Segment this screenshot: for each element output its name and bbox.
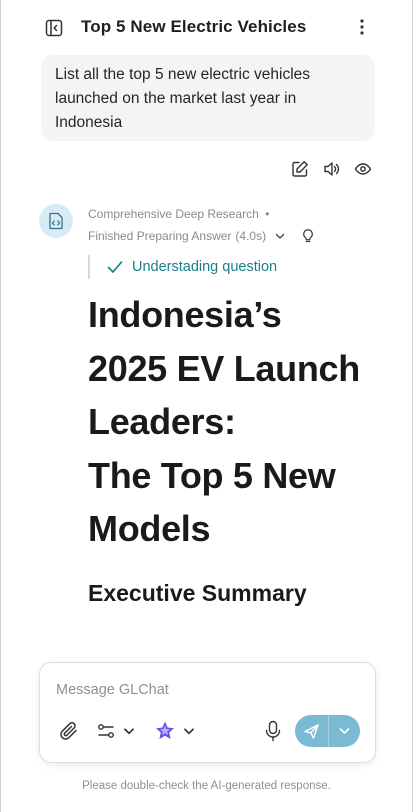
send-button-group (295, 715, 360, 747)
settings-sliders-icon (98, 724, 114, 738)
research-mode: Comprehensive Deep Research • (88, 207, 269, 221)
report-title-line: 2025 EV Launch (88, 347, 360, 389)
assistant-avatar (39, 204, 73, 238)
chevron-down-icon (124, 728, 134, 735)
lightbulb-icon[interactable] (300, 228, 316, 244)
chevron-down-icon (184, 728, 194, 735)
chat-title: Top 5 New Electric Vehicles (81, 17, 307, 36)
chevron-down-icon[interactable] (274, 230, 286, 242)
settings-selector[interactable] (96, 720, 136, 742)
send-button[interactable] (295, 715, 328, 747)
research-mode-label: Comprehensive Deep Research (88, 207, 259, 221)
answer-status: Finished Preparing Answer (4.0s) (88, 228, 316, 244)
model-selector[interactable] (154, 720, 196, 742)
message-composer: Message GLChat (39, 662, 376, 763)
status-duration: (4.0s) (235, 229, 267, 243)
ai-disclaimer: Please double-check the AI-generated res… (82, 780, 331, 792)
microphone-icon[interactable] (263, 720, 283, 742)
chevron-down-icon (339, 728, 350, 734)
report-title-line: Models (88, 508, 211, 549)
send-icon (304, 724, 319, 739)
report-title-line: Leaders: (88, 401, 236, 442)
check-icon (107, 261, 123, 273)
report-title-line: Indonesia’s (88, 294, 282, 335)
status-label: Finished Preparing Answer (88, 229, 232, 243)
research-step-label: Understading question (132, 259, 278, 275)
code-file-icon (49, 212, 63, 230)
message-input[interactable]: Message GLChat (56, 682, 169, 698)
report-title: Indonesia’s 2025 EV Launch Leaders: The … (88, 288, 388, 556)
report-title-line: The Top 5 New (88, 454, 336, 496)
sidebar-toggle-icon[interactable] (45, 19, 63, 37)
edit-icon[interactable] (291, 160, 309, 178)
more-vertical-icon[interactable] (352, 17, 372, 37)
eye-icon[interactable] (354, 160, 372, 178)
meta-separator: • (265, 207, 270, 221)
user-message: List all the top 5 new electric vehicles… (41, 55, 375, 141)
send-options-button[interactable] (329, 715, 360, 747)
chat-header: Top 5 New Electric Vehicles (1, 0, 412, 54)
speaker-icon[interactable] (323, 160, 341, 178)
research-step: Understading question (88, 255, 277, 279)
paperclip-icon[interactable] (58, 720, 80, 742)
chat-screen: Top 5 New Electric Vehicles List all the… (0, 0, 413, 812)
model-selector-icon (156, 721, 174, 739)
section-heading: Executive Summary (88, 580, 307, 606)
